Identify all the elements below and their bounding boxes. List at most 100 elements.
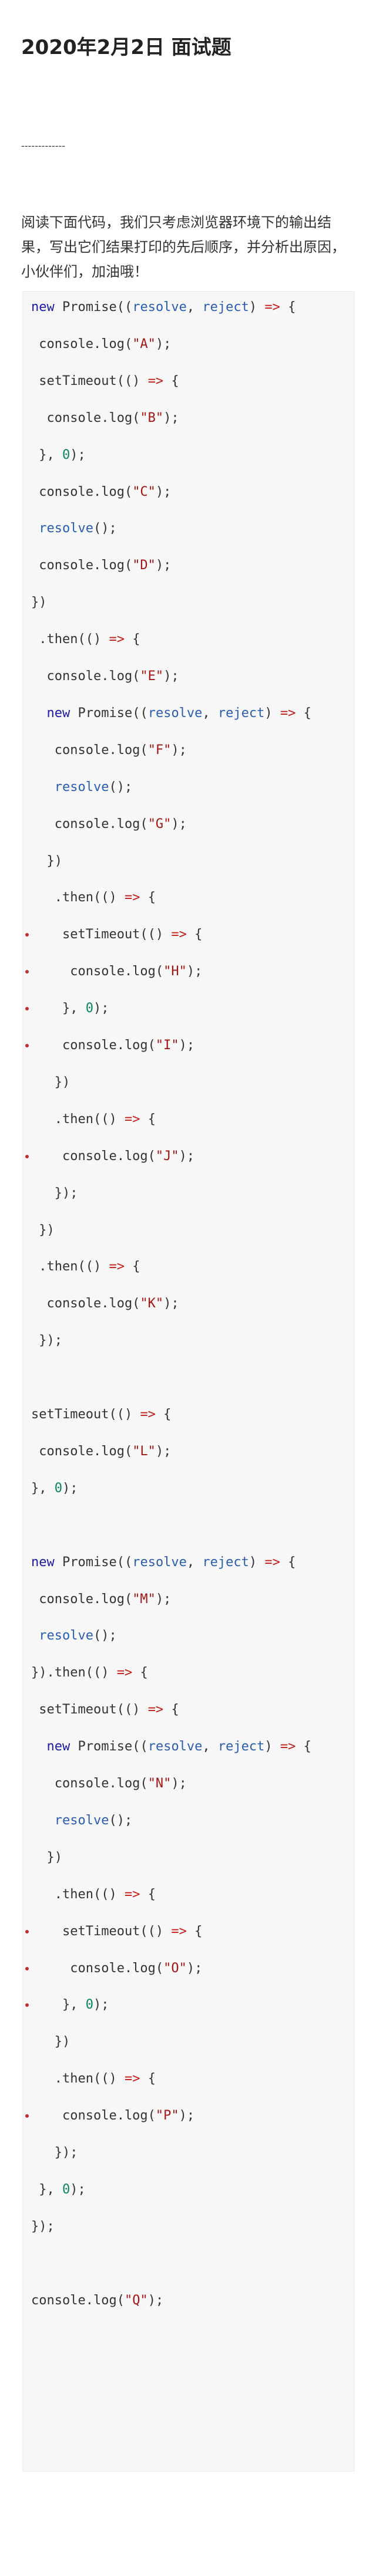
code-token: reject — [202, 1554, 249, 1570]
code-token: { — [140, 1111, 156, 1127]
code-token: }) — [31, 1222, 55, 1238]
code-token: "D" — [132, 558, 156, 573]
code-token: resolve — [132, 1554, 187, 1570]
page-title: 2020年2月2日 面试题 — [21, 36, 231, 59]
code-token: { — [186, 1923, 203, 1939]
code-line: .then(() => { — [31, 1257, 348, 1277]
code-token: ); — [186, 1960, 203, 1976]
code-token: (); — [93, 521, 117, 536]
code-token: resolve — [54, 1813, 109, 1828]
code-token: => — [116, 1665, 133, 1681]
code-token: ) — [264, 705, 280, 721]
code-line: console.log("G"); — [31, 814, 348, 834]
code-line: console.log("N"); — [31, 1774, 348, 1794]
code-token: }, — [31, 2182, 62, 2197]
code-token: }) — [31, 853, 62, 868]
code-token: .then(() — [31, 1259, 109, 1275]
code-token: resolve — [39, 521, 93, 536]
code-token: resolve — [132, 300, 187, 315]
code-line: new Promise((resolve, reject) => { — [31, 298, 348, 317]
code-token: ); — [70, 2182, 86, 2197]
code-token: => — [280, 1739, 296, 1754]
list-bullet-marker — [25, 1007, 29, 1011]
code-token: ); — [171, 816, 187, 831]
code-token: new — [31, 1554, 55, 1570]
code-line: .then(() => { — [31, 1885, 348, 1905]
code-token: resolve — [147, 705, 203, 721]
code-token: 0 — [62, 2182, 70, 2197]
list-bullet-marker — [25, 1966, 29, 1970]
code-token: (); — [109, 779, 133, 795]
code-token: "C" — [132, 484, 156, 499]
code-token: "B" — [140, 410, 164, 425]
code-token: ); — [163, 1296, 179, 1311]
code-token: console.log( — [31, 1960, 164, 1976]
code-token: "Q" — [124, 2293, 148, 2308]
code-token: ); — [155, 558, 172, 573]
code-line: }) — [31, 851, 348, 871]
code-token: { — [163, 1702, 179, 1718]
code-line: }); — [31, 1331, 348, 1351]
code-line: new Promise((resolve, reject) => { — [31, 1553, 348, 1573]
code-token: .then(() — [31, 632, 109, 647]
code-line: setTimeout(() => { — [31, 1922, 348, 1942]
code-token: setTimeout(() — [31, 1702, 148, 1718]
code-token: setTimeout(() — [31, 1923, 172, 1939]
code-token: (); — [109, 1813, 133, 1828]
code-token: (); — [93, 1628, 117, 1644]
code-line: }, 0); — [31, 2180, 348, 2200]
code-token: "K" — [140, 1296, 164, 1311]
code-token: { — [124, 1259, 140, 1275]
code-token: console.log( — [31, 1591, 133, 1607]
code-token: , — [202, 705, 218, 721]
code-token: , — [202, 1739, 218, 1754]
code-token: Promise(( — [70, 1739, 148, 1754]
code-token: => — [140, 1407, 156, 1422]
code-token: ); — [155, 336, 172, 351]
code-line: }, 0); — [31, 1995, 348, 2015]
code-token: ); — [179, 1148, 195, 1164]
code-token: }).then(() — [31, 1665, 117, 1681]
code-token: new — [46, 705, 70, 721]
code-line: console.log("L"); — [31, 1442, 348, 1462]
list-bullet-marker — [25, 1044, 29, 1047]
code-token: console.log( — [31, 742, 148, 758]
code-line: new Promise((resolve, reject) => { — [31, 1737, 348, 1757]
code-line: console.log("I"); — [31, 1036, 348, 1056]
code-line: }) — [31, 1848, 348, 1868]
code-token: console.log( — [31, 484, 133, 499]
code-line: console.log("P"); — [31, 2106, 348, 2126]
code-line: }).then(() => { — [31, 1663, 348, 1683]
code-token: }) — [31, 2034, 70, 2050]
code-line: resolve(); — [31, 777, 348, 797]
code-token: console.log( — [31, 816, 148, 831]
code-token: }); — [31, 1185, 78, 1201]
code-token: => — [264, 300, 280, 315]
code-line: }) — [31, 1073, 348, 1093]
code-token: resolve — [147, 1739, 203, 1754]
code-line: setTimeout(() => { — [31, 925, 348, 945]
code-token: { — [296, 1739, 311, 1754]
code-token: console.log( — [31, 336, 133, 351]
code-token: console.log( — [31, 1296, 140, 1311]
code-token: { — [296, 705, 311, 721]
code-token: new — [46, 1739, 70, 1754]
code-token: { — [186, 927, 203, 942]
code-token: new — [31, 300, 55, 315]
list-bullet-marker — [25, 2003, 29, 2007]
code-token: setTimeout(() — [31, 373, 148, 388]
code-token: => — [171, 1923, 187, 1939]
code-token: => — [109, 632, 125, 647]
code-token: "G" — [147, 816, 172, 831]
code-line: }); — [31, 2143, 348, 2163]
code-token: resolve — [39, 1628, 93, 1644]
code-token: reject — [202, 300, 249, 315]
code-token: { — [163, 373, 179, 388]
list-bullet-marker — [25, 933, 29, 937]
code-token: ); — [163, 669, 179, 684]
